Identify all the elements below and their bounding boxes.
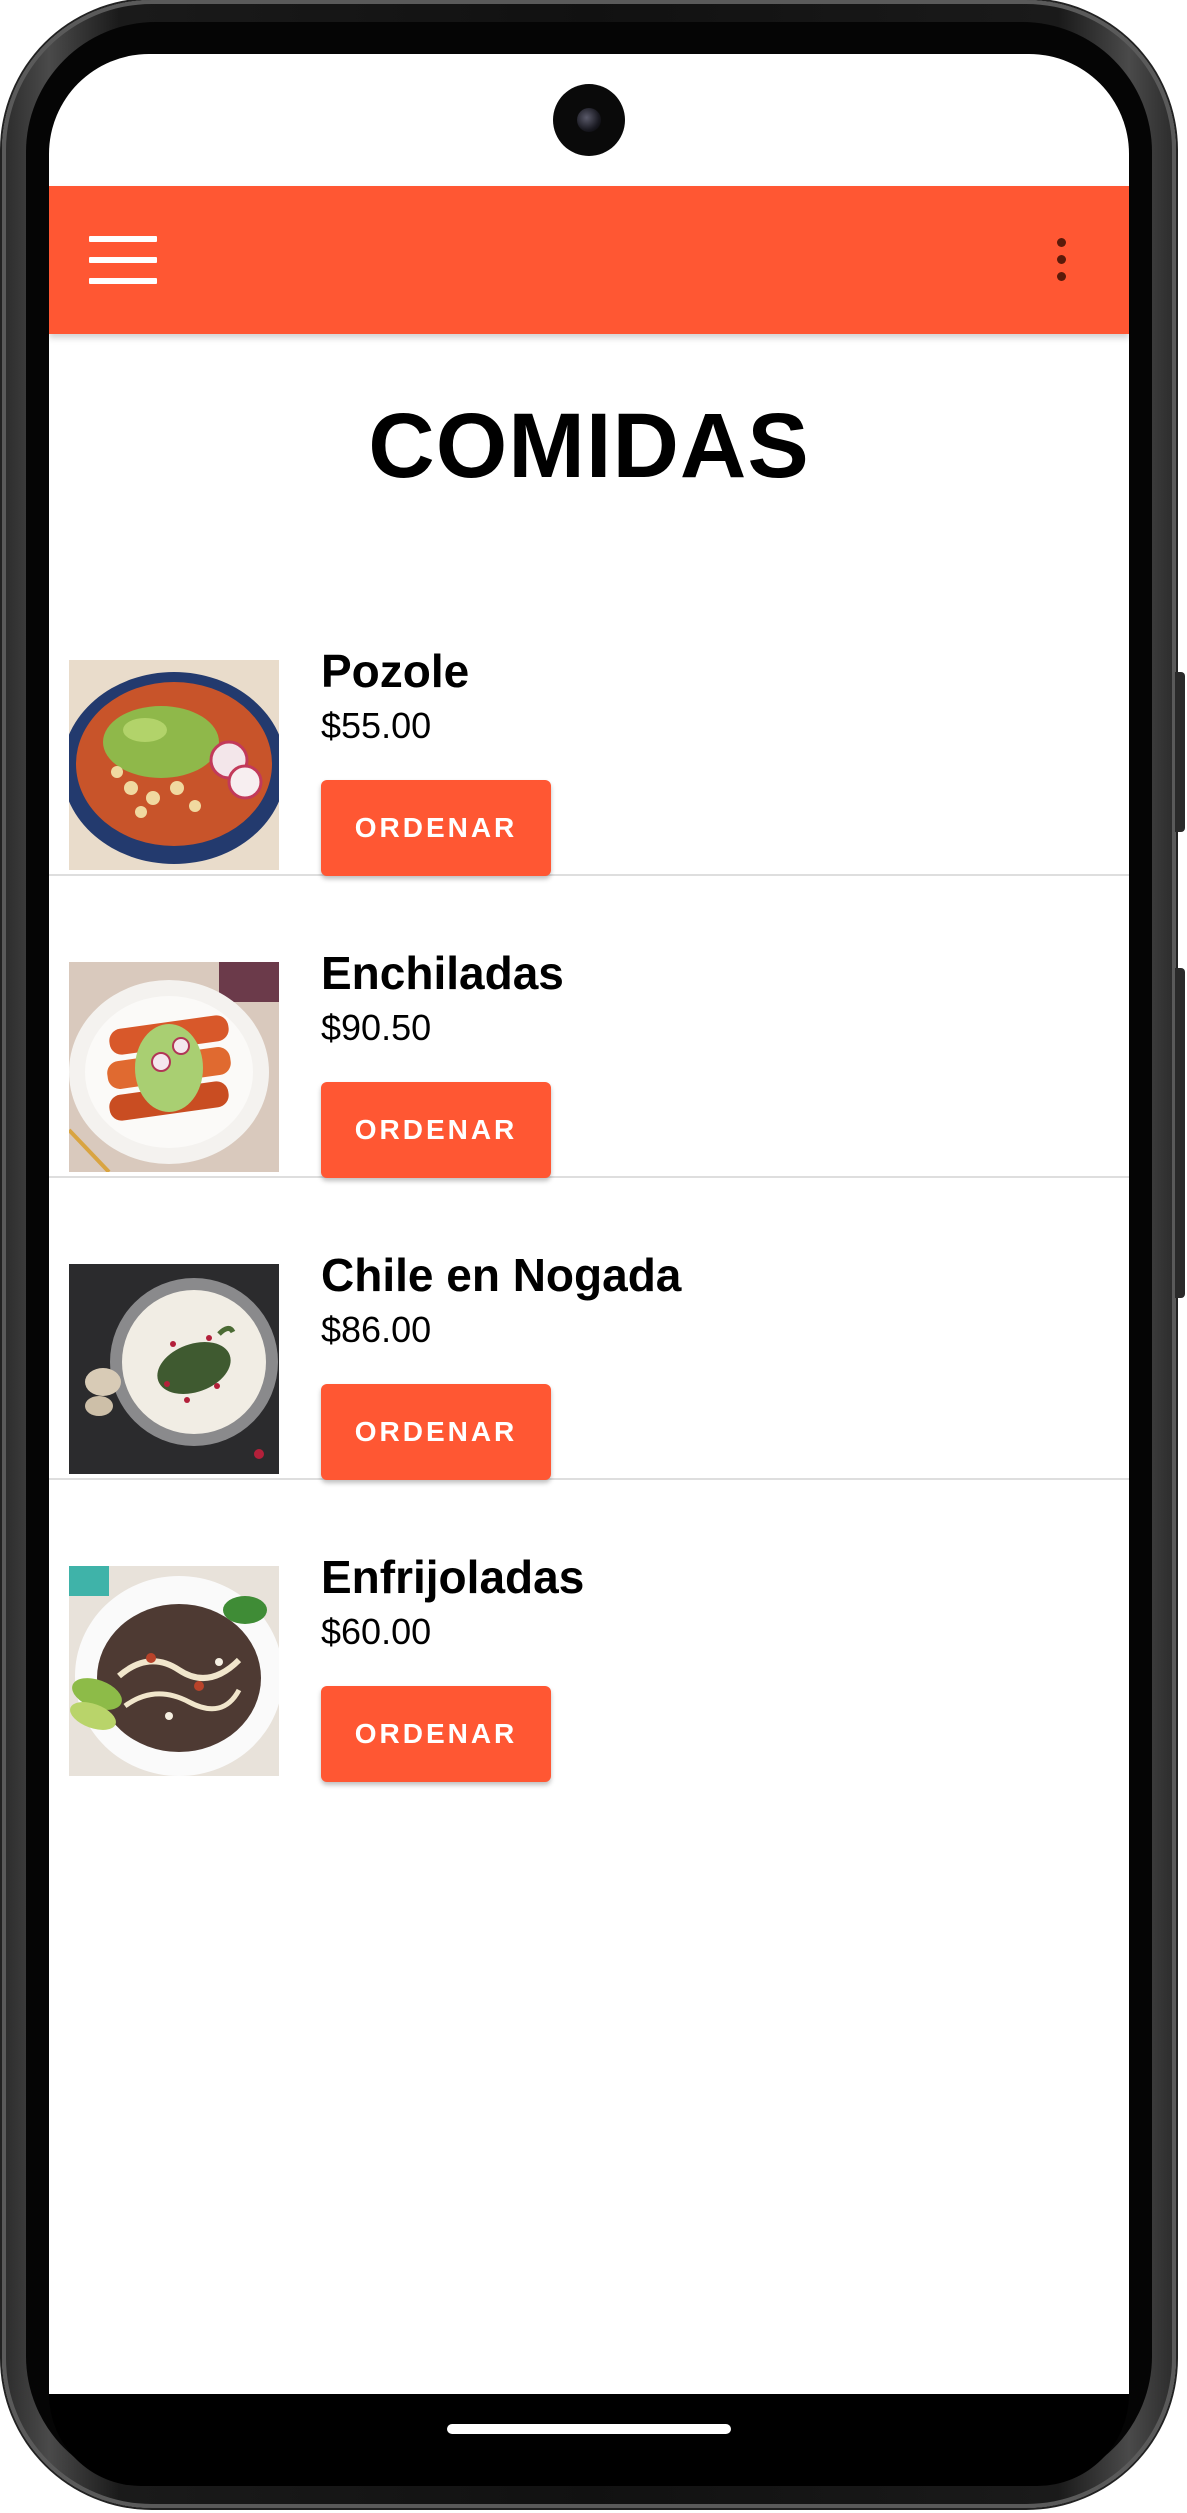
item-name: Pozole	[321, 645, 470, 697]
list-item: Chile en Nogada $86.00 ORDENAR	[49, 1178, 1129, 1480]
device-frame: COMIDAS Pozole $55.00 ORDENAR Enchiladas…	[0, 0, 1187, 2513]
chile-en-nogada-photo	[69, 1264, 279, 1474]
more-vert-icon[interactable]	[1049, 238, 1073, 284]
order-button[interactable]: ORDENAR	[321, 780, 551, 876]
item-price: $86.00	[321, 1309, 432, 1350]
item-name: Chile en Nogada	[321, 1249, 682, 1301]
home-gesture-bar[interactable]	[447, 2424, 731, 2434]
list-item: Enfrijoladas $60.00 ORDENAR	[49, 1480, 1129, 1782]
front-camera	[553, 84, 625, 156]
hamburger-menu-icon[interactable]	[89, 236, 157, 284]
volume-button	[1175, 672, 1185, 832]
item-price: $90.50	[321, 1007, 432, 1048]
list-item: Pozole $55.00 ORDENAR	[49, 574, 1129, 876]
list-item: Enchiladas $90.50 ORDENAR	[49, 876, 1129, 1178]
order-button[interactable]: ORDENAR	[321, 1384, 551, 1480]
app-bar	[49, 186, 1129, 334]
item-name: Enchiladas	[321, 947, 564, 999]
order-button[interactable]: ORDENAR	[321, 1686, 551, 1782]
item-price: $60.00	[321, 1611, 432, 1652]
item-price: $55.00	[321, 705, 432, 746]
enfrijoladas-plate-photo	[69, 1566, 279, 1776]
order-button[interactable]: ORDENAR	[321, 1082, 551, 1178]
system-nav-bar	[49, 2394, 1129, 2486]
pozole-bowl-photo	[69, 660, 279, 870]
enchiladas-plate-photo	[69, 962, 279, 1172]
page-title: COMIDAS	[368, 395, 810, 497]
power-button	[1175, 968, 1185, 1298]
item-name: Enfrijoladas	[321, 1551, 585, 1603]
food-list: Pozole $55.00 ORDENAR Enchiladas $90.50 …	[49, 574, 1129, 1782]
app-screen: COMIDAS Pozole $55.00 ORDENAR Enchiladas…	[49, 54, 1129, 2394]
